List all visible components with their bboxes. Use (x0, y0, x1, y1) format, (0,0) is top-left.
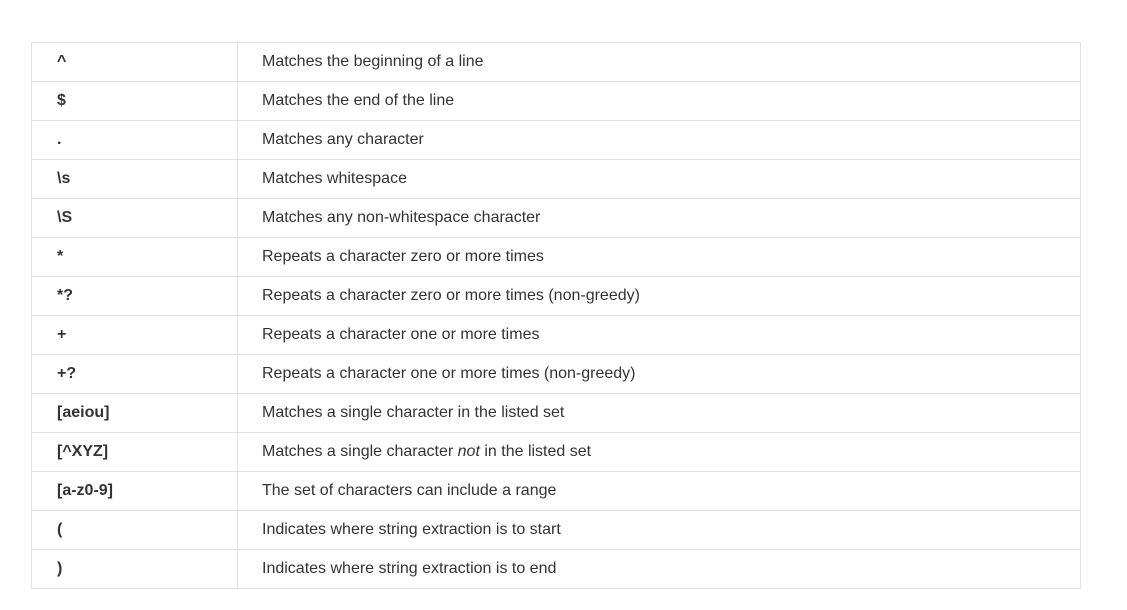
regex-description: Matches a single character in the listed… (237, 393, 1081, 433)
regex-symbol: +? (31, 354, 238, 394)
regex-symbol: + (31, 315, 238, 355)
regex-description: Matches the beginning of a line (237, 42, 1081, 82)
regex-symbol: [^XYZ] (31, 432, 238, 472)
regex-description: Matches the end of the line (237, 81, 1081, 121)
regex-symbol: [aeiou] (31, 393, 238, 433)
regex-description: Repeats a character zero or more times (… (237, 276, 1081, 316)
regex-description: Indicates where string extraction is to … (237, 510, 1081, 550)
regex-symbol: [a-z0-9] (31, 471, 238, 511)
regex-symbol: * (31, 237, 238, 277)
regex-symbol: \S (31, 198, 238, 238)
regex-reference-table: ^ Matches the beginning of a line $ Matc… (31, 42, 1081, 589)
regex-symbol: ^ (31, 42, 238, 82)
regex-description: Matches any character (237, 120, 1081, 160)
table-row: [a-z0-9] The set of characters can inclu… (31, 471, 1081, 511)
regex-description: Matches any non-whitespace character (237, 198, 1081, 238)
table-row: *? Repeats a character zero or more time… (31, 276, 1081, 316)
table-row: $ Matches the end of the line (31, 81, 1081, 121)
table-row: * Repeats a character zero or more times (31, 237, 1081, 277)
regex-symbol: $ (31, 81, 238, 121)
regex-symbol: \s (31, 159, 238, 199)
table-row: [aeiou] Matches a single character in th… (31, 393, 1081, 433)
table-row: [^XYZ] Matches a single character not in… (31, 432, 1081, 472)
table-row: \s Matches whitespace (31, 159, 1081, 199)
regex-description: Repeats a character one or more times (n… (237, 354, 1081, 394)
regex-description: Repeats a character one or more times (237, 315, 1081, 355)
regex-description: Indicates where string extraction is to … (237, 549, 1081, 589)
table-row: \S Matches any non-whitespace character (31, 198, 1081, 238)
description-emphasis: not (457, 443, 480, 460)
regex-symbol: ( (31, 510, 238, 550)
description-text-after: in the listed set (479, 443, 592, 460)
table-row: . Matches any character (31, 120, 1081, 160)
regex-description: The set of characters can include a rang… (237, 471, 1081, 511)
regex-description: Matches a single character not in the li… (237, 432, 1081, 472)
table-row: ) Indicates where string extraction is t… (31, 549, 1081, 589)
regex-symbol: ) (31, 549, 238, 589)
table-row: + Repeats a character one or more times (31, 315, 1081, 355)
table-row: ( Indicates where string extraction is t… (31, 510, 1081, 550)
regex-description: Repeats a character zero or more times (237, 237, 1081, 277)
regex-symbol: *? (31, 276, 238, 316)
table-row: ^ Matches the beginning of a line (31, 42, 1081, 82)
table-row: +? Repeats a character one or more times… (31, 354, 1081, 394)
description-text-before: Matches a single character (262, 443, 458, 460)
regex-symbol: . (31, 120, 238, 160)
regex-description: Matches whitespace (237, 159, 1081, 199)
regex-table-body: ^ Matches the beginning of a line $ Matc… (31, 42, 1081, 589)
